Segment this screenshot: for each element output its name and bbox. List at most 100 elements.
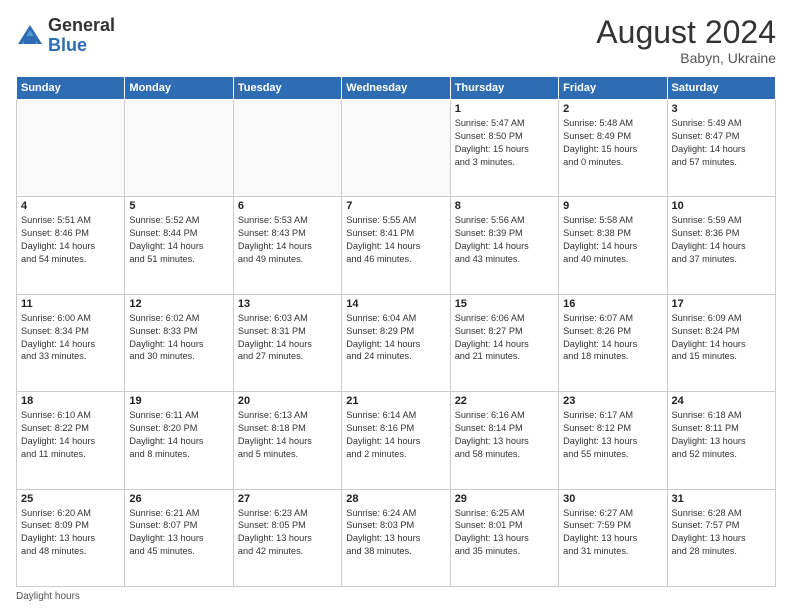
calendar-week-3: 11 Sunrise: 6:00 AMSunset: 8:34 PMDayligh… xyxy=(17,294,776,391)
day-number: 13 xyxy=(238,298,337,310)
table-row xyxy=(125,100,233,197)
day-info: Sunrise: 6:16 AMSunset: 8:14 PMDaylight:… xyxy=(455,409,554,461)
table-row: 1 Sunrise: 5:47 AMSunset: 8:50 PMDaylight… xyxy=(450,100,558,197)
table-row: 30 Sunrise: 6:27 AMSunset: 7:59 PMDayligh… xyxy=(559,489,667,586)
footer-note: Daylight hours xyxy=(16,591,776,602)
day-info: Sunrise: 6:09 AMSunset: 8:24 PMDaylight:… xyxy=(672,312,771,364)
day-info: Sunrise: 6:14 AMSunset: 8:16 PMDaylight:… xyxy=(346,409,445,461)
day-info: Sunrise: 6:02 AMSunset: 8:33 PMDaylight:… xyxy=(129,312,228,364)
day-number: 22 xyxy=(455,395,554,407)
day-info: Sunrise: 6:28 AMSunset: 7:57 PMDaylight:… xyxy=(672,507,771,559)
table-row: 24 Sunrise: 6:18 AMSunset: 8:11 PMDayligh… xyxy=(667,392,775,489)
col-monday: Monday xyxy=(125,77,233,100)
table-row: 8 Sunrise: 5:56 AMSunset: 8:39 PMDaylight… xyxy=(450,197,558,294)
day-info: Sunrise: 5:47 AMSunset: 8:50 PMDaylight:… xyxy=(455,117,554,169)
table-row: 28 Sunrise: 6:24 AMSunset: 8:03 PMDayligh… xyxy=(342,489,450,586)
day-info: Sunrise: 6:04 AMSunset: 8:29 PMDaylight:… xyxy=(346,312,445,364)
page: General Blue August 2024 Babyn, Ukraine … xyxy=(0,0,792,612)
table-row xyxy=(17,100,125,197)
day-number: 2 xyxy=(563,103,662,115)
day-info: Sunrise: 6:10 AMSunset: 8:22 PMDaylight:… xyxy=(21,409,120,461)
day-info: Sunrise: 6:17 AMSunset: 8:12 PMDaylight:… xyxy=(563,409,662,461)
calendar-week-5: 25Sunrise: 6:20 AMSunset: 8:09 PMDayligh… xyxy=(17,489,776,586)
table-row: 21 Sunrise: 6:14 AMSunset: 8:16 PMDayligh… xyxy=(342,392,450,489)
day-number: 23 xyxy=(563,395,662,407)
day-number: 9 xyxy=(563,200,662,212)
table-row: 20 Sunrise: 6:13 AMSunset: 8:18 PMDayligh… xyxy=(233,392,341,489)
day-info: Sunrise: 6:06 AMSunset: 8:27 PMDaylight:… xyxy=(455,312,554,364)
day-info: Sunrise: 6:13 AMSunset: 8:18 PMDaylight:… xyxy=(238,409,337,461)
day-number: 21 xyxy=(346,395,445,407)
day-number: 25 xyxy=(21,493,120,505)
col-tuesday: Tuesday xyxy=(233,77,341,100)
header: General Blue August 2024 Babyn, Ukraine xyxy=(16,16,776,66)
day-number: 31 xyxy=(672,493,771,505)
logo-text: General Blue xyxy=(48,16,115,56)
title-section: August 2024 Babyn, Ukraine xyxy=(596,16,776,66)
day-info: Sunrise: 5:58 AMSunset: 8:38 PMDaylight:… xyxy=(563,214,662,266)
day-number: 27 xyxy=(238,493,337,505)
col-wednesday: Wednesday xyxy=(342,77,450,100)
table-row: 13 Sunrise: 6:03 AMSunset: 8:31 PMDayligh… xyxy=(233,294,341,391)
day-info: Sunrise: 6:23 AMSunset: 8:05 PMDaylight:… xyxy=(238,507,337,559)
day-info: Sunrise: 6:21 AMSunset: 8:07 PMDaylight:… xyxy=(129,507,228,559)
table-row: 17 Sunrise: 6:09 AMSunset: 8:24 PMDayligh… xyxy=(667,294,775,391)
day-info: Sunrise: 5:53 AMSunset: 8:43 PMDaylight:… xyxy=(238,214,337,266)
day-info: Sunrise: 6:27 AMSunset: 7:59 PMDaylight:… xyxy=(563,507,662,559)
table-row: 5Sunrise: 5:52 AMSunset: 8:44 PMDaylight… xyxy=(125,197,233,294)
table-row: 25Sunrise: 6:20 AMSunset: 8:09 PMDayligh… xyxy=(17,489,125,586)
logo-icon xyxy=(16,22,44,50)
day-number: 19 xyxy=(129,395,228,407)
logo-blue-text: Blue xyxy=(48,35,87,55)
day-number: 6 xyxy=(238,200,337,212)
day-number: 7 xyxy=(346,200,445,212)
day-number: 24 xyxy=(672,395,771,407)
table-row: 11 Sunrise: 6:00 AMSunset: 8:34 PMDayligh… xyxy=(17,294,125,391)
table-row: 3Sunrise: 5:49 AMSunset: 8:47 PMDaylight… xyxy=(667,100,775,197)
day-number: 4 xyxy=(21,200,120,212)
day-number: 12 xyxy=(129,298,228,310)
table-row: 22 Sunrise: 6:16 AMSunset: 8:14 PMDayligh… xyxy=(450,392,558,489)
day-number: 11 xyxy=(21,298,120,310)
calendar-header-row: Sunday Monday Tuesday Wednesday Thursday… xyxy=(17,77,776,100)
day-number: 16 xyxy=(563,298,662,310)
day-number: 15 xyxy=(455,298,554,310)
day-info: Sunrise: 5:51 AMSunset: 8:46 PMDaylight:… xyxy=(21,214,120,266)
day-number: 28 xyxy=(346,493,445,505)
table-row: 19Sunrise: 6:11 AMSunset: 8:20 PMDayligh… xyxy=(125,392,233,489)
calendar-week-1: 1 Sunrise: 5:47 AMSunset: 8:50 PMDaylight… xyxy=(17,100,776,197)
table-row: 10Sunrise: 5:59 AMSunset: 8:36 PMDayligh… xyxy=(667,197,775,294)
table-row: 18 Sunrise: 6:10 AMSunset: 8:22 PMDayligh… xyxy=(17,392,125,489)
day-info: Sunrise: 5:55 AMSunset: 8:41 PMDaylight:… xyxy=(346,214,445,266)
table-row: 7 Sunrise: 5:55 AMSunset: 8:41 PMDaylight… xyxy=(342,197,450,294)
day-info: Sunrise: 6:24 AMSunset: 8:03 PMDaylight:… xyxy=(346,507,445,559)
day-number: 26 xyxy=(129,493,228,505)
day-info: Sunrise: 5:49 AMSunset: 8:47 PMDaylight:… xyxy=(672,117,771,169)
table-row xyxy=(233,100,341,197)
table-row: 15 Sunrise: 6:06 AMSunset: 8:27 PMDayligh… xyxy=(450,294,558,391)
day-number: 17 xyxy=(672,298,771,310)
location: Babyn, Ukraine xyxy=(596,50,776,66)
table-row: 29 Sunrise: 6:25 AMSunset: 8:01 PMDayligh… xyxy=(450,489,558,586)
table-row: 4 Sunrise: 5:51 AMSunset: 8:46 PMDaylight… xyxy=(17,197,125,294)
day-info: Sunrise: 6:25 AMSunset: 8:01 PMDaylight:… xyxy=(455,507,554,559)
day-info: Sunrise: 6:00 AMSunset: 8:34 PMDaylight:… xyxy=(21,312,120,364)
day-info: Sunrise: 5:56 AMSunset: 8:39 PMDaylight:… xyxy=(455,214,554,266)
day-number: 20 xyxy=(238,395,337,407)
day-info: Sunrise: 6:07 AMSunset: 8:26 PMDaylight:… xyxy=(563,312,662,364)
day-info: Sunrise: 6:03 AMSunset: 8:31 PMDaylight:… xyxy=(238,312,337,364)
table-row: 9 Sunrise: 5:58 AMSunset: 8:38 PMDaylight… xyxy=(559,197,667,294)
table-row: 31 Sunrise: 6:28 AMSunset: 7:57 PMDayligh… xyxy=(667,489,775,586)
calendar-week-2: 4 Sunrise: 5:51 AMSunset: 8:46 PMDaylight… xyxy=(17,197,776,294)
table-row: 14Sunrise: 6:04 AMSunset: 8:29 PMDayligh… xyxy=(342,294,450,391)
day-number: 10 xyxy=(672,200,771,212)
col-thursday: Thursday xyxy=(450,77,558,100)
day-number: 8 xyxy=(455,200,554,212)
table-row: 6 Sunrise: 5:53 AMSunset: 8:43 PMDaylight… xyxy=(233,197,341,294)
day-number: 1 xyxy=(455,103,554,115)
day-number: 5 xyxy=(129,200,228,212)
day-number: 29 xyxy=(455,493,554,505)
day-info: Sunrise: 6:18 AMSunset: 8:11 PMDaylight:… xyxy=(672,409,771,461)
day-number: 18 xyxy=(21,395,120,407)
day-number: 30 xyxy=(563,493,662,505)
